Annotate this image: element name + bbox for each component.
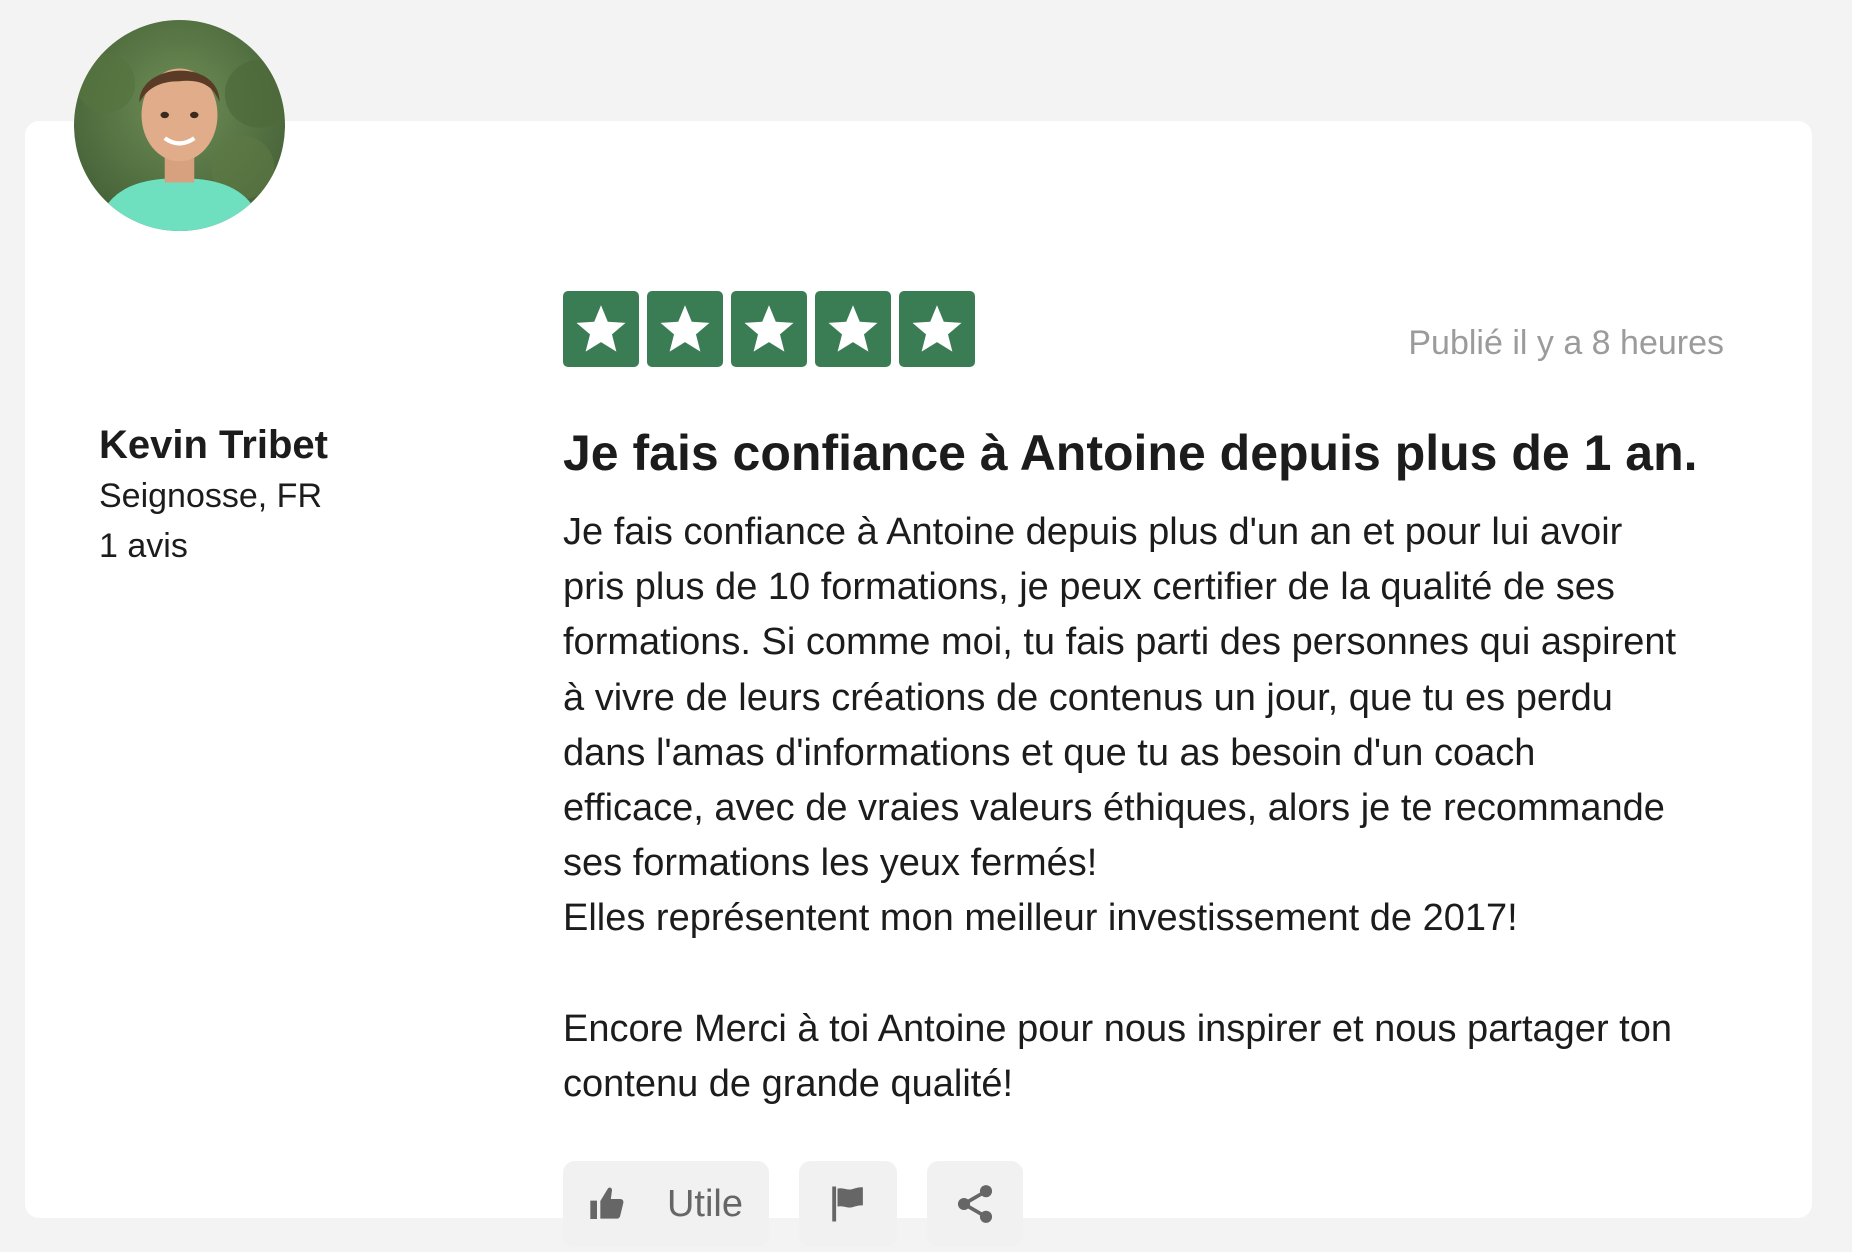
review-body-line: dans l'amas d'informations et que tu as … — [563, 731, 1536, 774]
review-card: Publié il y a 8 heures Je fais confiance… — [25, 121, 1812, 1247]
star-1 — [563, 291, 639, 367]
star-icon — [660, 305, 710, 352]
star-rating — [563, 291, 975, 367]
published-date: Publié il y a 8 heures — [1408, 324, 1724, 362]
star-4 — [815, 291, 891, 367]
review-body-line: Je fais confiance à Antoine depuis plus … — [563, 511, 1623, 553]
star-icon — [828, 305, 878, 352]
review-title: Je fais confiance à Antoine depuis plus … — [563, 425, 1698, 481]
review-actions: Utile — [563, 1161, 1023, 1247]
useful-button[interactable]: Utile — [563, 1161, 769, 1247]
review-body-line: efficace, avec de vraies valeurs éthique… — [563, 786, 1665, 829]
review-body-line: pris plus de 10 formations, je peux cert… — [563, 566, 1615, 609]
author-avatar[interactable] — [74, 20, 285, 231]
star-5 — [899, 291, 975, 367]
review-body-line: ses formations les yeux fermés! — [563, 842, 1098, 885]
star-icon — [576, 305, 626, 352]
author-info: Kevin Tribet Seignosse, FR 1 avis — [99, 419, 479, 571]
star-3 — [731, 291, 807, 367]
author-name[interactable]: Kevin Tribet — [99, 419, 479, 471]
review-body-line — [563, 947, 1793, 1002]
review-body: Je fais confiance à Antoine depuis plus … — [563, 505, 1793, 1112]
review-body-line: contenu de grande qualité! — [563, 1062, 1014, 1105]
author-review-count: 1 avis — [99, 527, 188, 565]
share-button[interactable] — [927, 1161, 1023, 1247]
share-icon — [953, 1182, 997, 1226]
review-body-line: Elles représentent mon meilleur investis… — [563, 897, 1518, 940]
report-button[interactable] — [799, 1161, 897, 1247]
star-icon — [744, 305, 794, 352]
review-body-line: à vivre de leurs créations de contenus u… — [563, 676, 1613, 719]
review-body-line: formations. Si comme moi, tu fais parti … — [563, 621, 1677, 664]
star-icon — [912, 305, 962, 352]
review-body-line: Encore Merci à toi Antoine pour nous ins… — [563, 1007, 1672, 1050]
star-2 — [647, 291, 723, 367]
thumbs-up-icon — [587, 1184, 627, 1224]
author-location: Seignosse, FR — [99, 477, 322, 515]
flag-icon — [827, 1183, 869, 1225]
useful-label: Utile — [666, 1183, 743, 1225]
